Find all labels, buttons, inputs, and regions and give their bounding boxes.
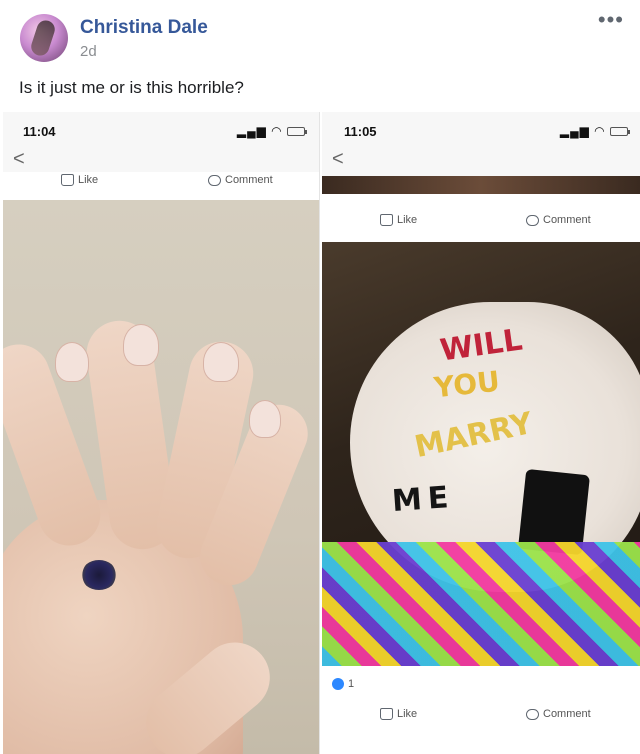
like-button[interactable]: Like <box>380 708 417 720</box>
like-icon <box>380 214 393 226</box>
battery-icon <box>610 127 630 137</box>
comment-icon <box>526 708 539 720</box>
back-icon[interactable]: < <box>13 148 25 171</box>
like-label: Like <box>397 708 418 720</box>
comment-icon <box>526 214 539 226</box>
belly-text-word: YOU <box>432 364 502 405</box>
post-header: Christina Dale 2d ••• Is it just me or i… <box>0 0 640 112</box>
comment-label: Comment <box>543 708 591 720</box>
belly-text-word: ME <box>390 479 456 520</box>
like-label: Like <box>397 214 418 226</box>
previous-photo-strip <box>322 176 640 194</box>
comment-label: Comment <box>543 214 591 226</box>
fingernail <box>123 324 159 366</box>
like-reaction-icon <box>332 678 344 690</box>
comment-label: Comment <box>225 174 273 186</box>
screenshot-right[interactable]: 11:05 ▂▄▆ ◠ < Like Comment WILL YOU MARR… <box>322 112 640 754</box>
like-icon <box>380 708 393 720</box>
like-label: Like <box>78 174 99 186</box>
status-icons: ▂▄▆ ◠ <box>560 124 630 138</box>
comment-button[interactable]: Comment <box>526 708 591 720</box>
like-button[interactable]: Like <box>61 174 98 186</box>
colorful-shorts <box>322 542 640 666</box>
status-icons: ▂▄▆ ◠ <box>237 124 307 138</box>
like-bar: Like Comment <box>3 172 319 196</box>
post-caption: Is it just me or is this horrible? <box>19 78 244 97</box>
fingernail <box>249 400 281 438</box>
ring <box>81 560 117 590</box>
comment-icon <box>208 174 221 186</box>
clock: 11:05 <box>344 124 377 139</box>
like-icon <box>61 174 74 186</box>
comment-button[interactable]: Comment <box>526 214 591 226</box>
fingernail <box>55 342 89 382</box>
clock: 11:04 <box>23 124 56 139</box>
screenshot-left[interactable]: 11:04 ▂▄▆ ◠ < Like Comment <box>3 112 320 754</box>
proposal-photo[interactable]: WILL YOU MARRY ME <box>322 242 640 666</box>
reaction-count-label: 1 <box>348 678 355 690</box>
like-bar-top: Like Comment <box>322 204 640 238</box>
nav-bar: < <box>322 146 640 176</box>
reaction-count[interactable]: 1 <box>332 678 354 690</box>
status-bar: 11:04 ▂▄▆ ◠ <box>3 112 319 146</box>
status-bar: 11:05 ▂▄▆ ◠ <box>322 112 640 146</box>
ring-photo[interactable] <box>3 200 319 754</box>
post-time[interactable]: 2d <box>80 43 97 60</box>
more-options-icon[interactable]: ••• <box>598 9 624 31</box>
like-bar-bottom: Like Comment <box>322 698 640 732</box>
avatar[interactable] <box>20 14 68 62</box>
author-name[interactable]: Christina Dale <box>80 17 208 39</box>
battery-icon <box>287 127 307 137</box>
comment-button[interactable]: Comment <box>208 174 273 186</box>
back-icon[interactable]: < <box>332 148 344 171</box>
like-button[interactable]: Like <box>380 214 417 226</box>
fingernail <box>203 342 239 382</box>
